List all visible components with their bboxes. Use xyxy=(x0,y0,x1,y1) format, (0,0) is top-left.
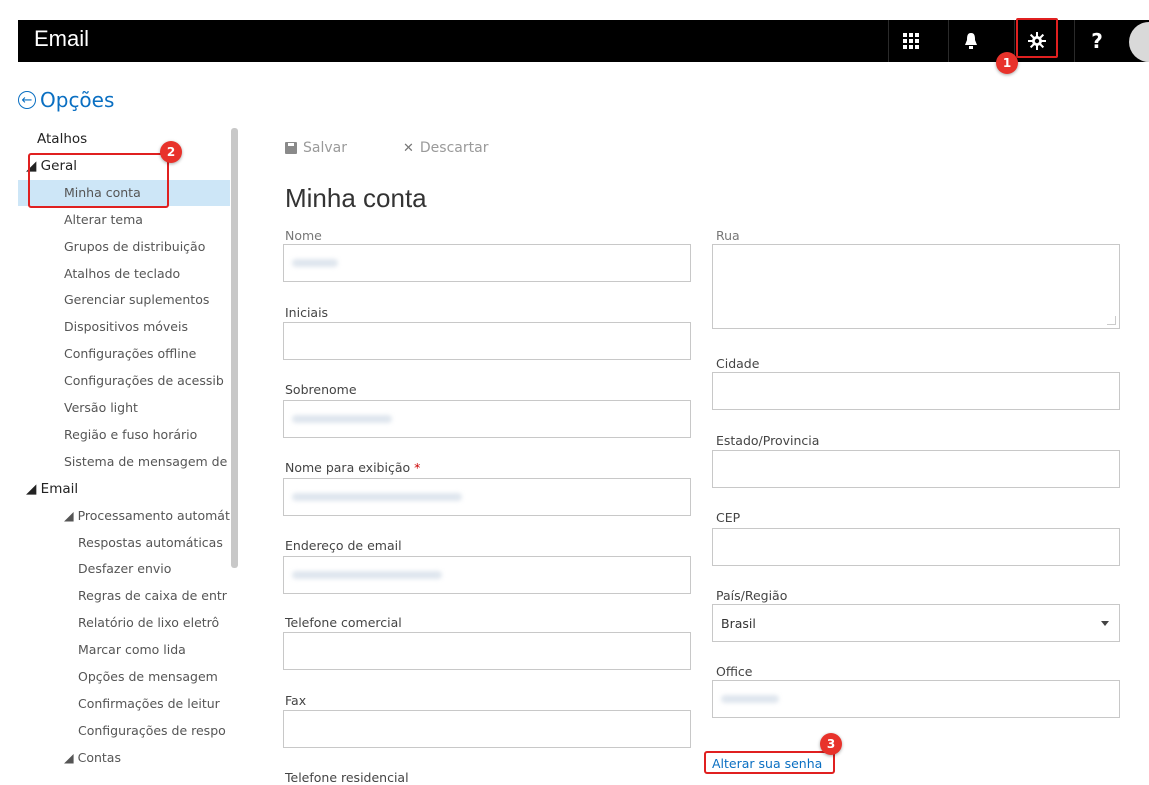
save-label: Salvar xyxy=(303,140,347,156)
sidebar-item[interactable]: Configurações offline xyxy=(18,341,230,367)
iniciais-label: Iniciais xyxy=(285,305,329,320)
sidebar-item[interactable]: Gerenciar suplementos xyxy=(18,287,230,313)
sidebar-item[interactable]: Confirmações de leitur xyxy=(18,691,230,717)
sidebar-item[interactable]: Atalhos xyxy=(18,126,230,152)
sidebar-item[interactable]: Desfazer envio xyxy=(18,556,230,582)
help-icon[interactable]: ? xyxy=(1074,20,1119,62)
save-button[interactable]: Salvar xyxy=(285,140,347,156)
options-sidebar: Atalhos ◢ Geral Minha conta Alterar tema Gru… xyxy=(18,126,230,784)
options-title: Opções xyxy=(40,88,115,112)
sidebar-scrollbar[interactable] xyxy=(231,128,238,568)
change-password-highlight xyxy=(704,751,835,774)
step-badge-3: 3 xyxy=(820,733,842,755)
telefone-residencial-label: Telefone residencial xyxy=(285,770,409,785)
nome-exibicao-field[interactable] xyxy=(283,478,691,516)
geral-highlight xyxy=(28,153,169,208)
discard-label: Descartar xyxy=(419,140,489,156)
iniciais-field[interactable] xyxy=(283,322,691,360)
sidebar-item[interactable]: Configurações de acessib xyxy=(18,368,230,394)
sidebar-item[interactable]: Relatório de lixo eletrô xyxy=(18,610,230,636)
cep-field[interactable] xyxy=(712,528,1120,566)
avatar[interactable] xyxy=(1129,22,1149,62)
sidebar-item[interactable]: Regras de caixa de entr xyxy=(18,583,230,609)
step-badge-1: 1 xyxy=(996,52,1018,74)
pais-select[interactable]: Brasil xyxy=(712,604,1120,642)
app-launcher-icon[interactable] xyxy=(888,20,933,62)
top-bar: Email ? xyxy=(18,20,1149,62)
sobrenome-label: Sobrenome xyxy=(285,382,357,397)
save-icon xyxy=(285,142,297,154)
office-label: Office xyxy=(716,664,753,679)
resize-grip-icon[interactable] xyxy=(1107,316,1116,325)
sobrenome-field[interactable] xyxy=(283,400,691,438)
app-title: Email xyxy=(34,26,90,51)
rua-label: Rua xyxy=(716,228,740,243)
sidebar-item[interactable]: Opções de mensagem xyxy=(18,664,230,690)
pais-value: Brasil xyxy=(721,616,756,631)
telefone-comercial-field[interactable] xyxy=(283,632,691,670)
estado-field[interactable] xyxy=(712,450,1120,488)
bell-icon[interactable] xyxy=(948,20,993,62)
gear-highlight xyxy=(1016,18,1058,58)
close-icon: ✕ xyxy=(403,140,414,156)
nome-exibicao-label: Nome para exibição * xyxy=(285,460,421,475)
nome-field[interactable] xyxy=(283,244,691,282)
back-arrow-icon: ← xyxy=(18,91,36,109)
sidebar-item[interactable]: Alterar tema xyxy=(18,207,230,233)
cep-label: CEP xyxy=(716,510,741,525)
options-back-link[interactable]: ← Opções xyxy=(18,88,114,112)
page-title: Minha conta xyxy=(285,183,427,213)
sidebar-item[interactable]: ◢ Contas xyxy=(18,745,230,771)
estado-label: Estado/Provincia xyxy=(716,433,820,448)
sidebar-item[interactable]: Versão light xyxy=(18,395,230,421)
sidebar-item[interactable]: Atalhos de teclado xyxy=(18,261,230,287)
email-field[interactable] xyxy=(283,556,691,594)
cidade-label: Cidade xyxy=(716,356,760,371)
cidade-field[interactable] xyxy=(712,372,1120,410)
chevron-down-icon xyxy=(1101,621,1109,626)
office-field[interactable] xyxy=(712,680,1120,718)
discard-button[interactable]: ✕ Descartar xyxy=(403,140,488,156)
sidebar-item[interactable]: Sistema de mensagem de xyxy=(18,449,230,475)
nome-label: Nome xyxy=(285,228,322,243)
sidebar-item[interactable]: Dispositivos móveis xyxy=(18,314,230,340)
pais-label: País/Região xyxy=(716,588,788,603)
sidebar-item[interactable]: ◢ Email xyxy=(18,476,230,502)
telefone-comercial-label: Telefone comercial xyxy=(285,615,402,630)
sidebar-item[interactable]: Região e fuso horário xyxy=(18,422,230,448)
rua-field[interactable] xyxy=(712,244,1120,329)
email-label: Endereço de email xyxy=(285,538,402,553)
sidebar-item[interactable]: Configurações de respo xyxy=(18,718,230,744)
sidebar-item[interactable]: Respostas automáticas xyxy=(18,530,230,556)
fax-label: Fax xyxy=(285,693,307,708)
sidebar-item[interactable]: Grupos de distribuição xyxy=(18,234,230,260)
sidebar-item[interactable]: ◢ Processamento automáti xyxy=(18,503,230,529)
fax-field[interactable] xyxy=(283,710,691,748)
sidebar-item[interactable]: Marcar como lida xyxy=(18,637,230,663)
step-badge-2: 2 xyxy=(160,141,182,163)
